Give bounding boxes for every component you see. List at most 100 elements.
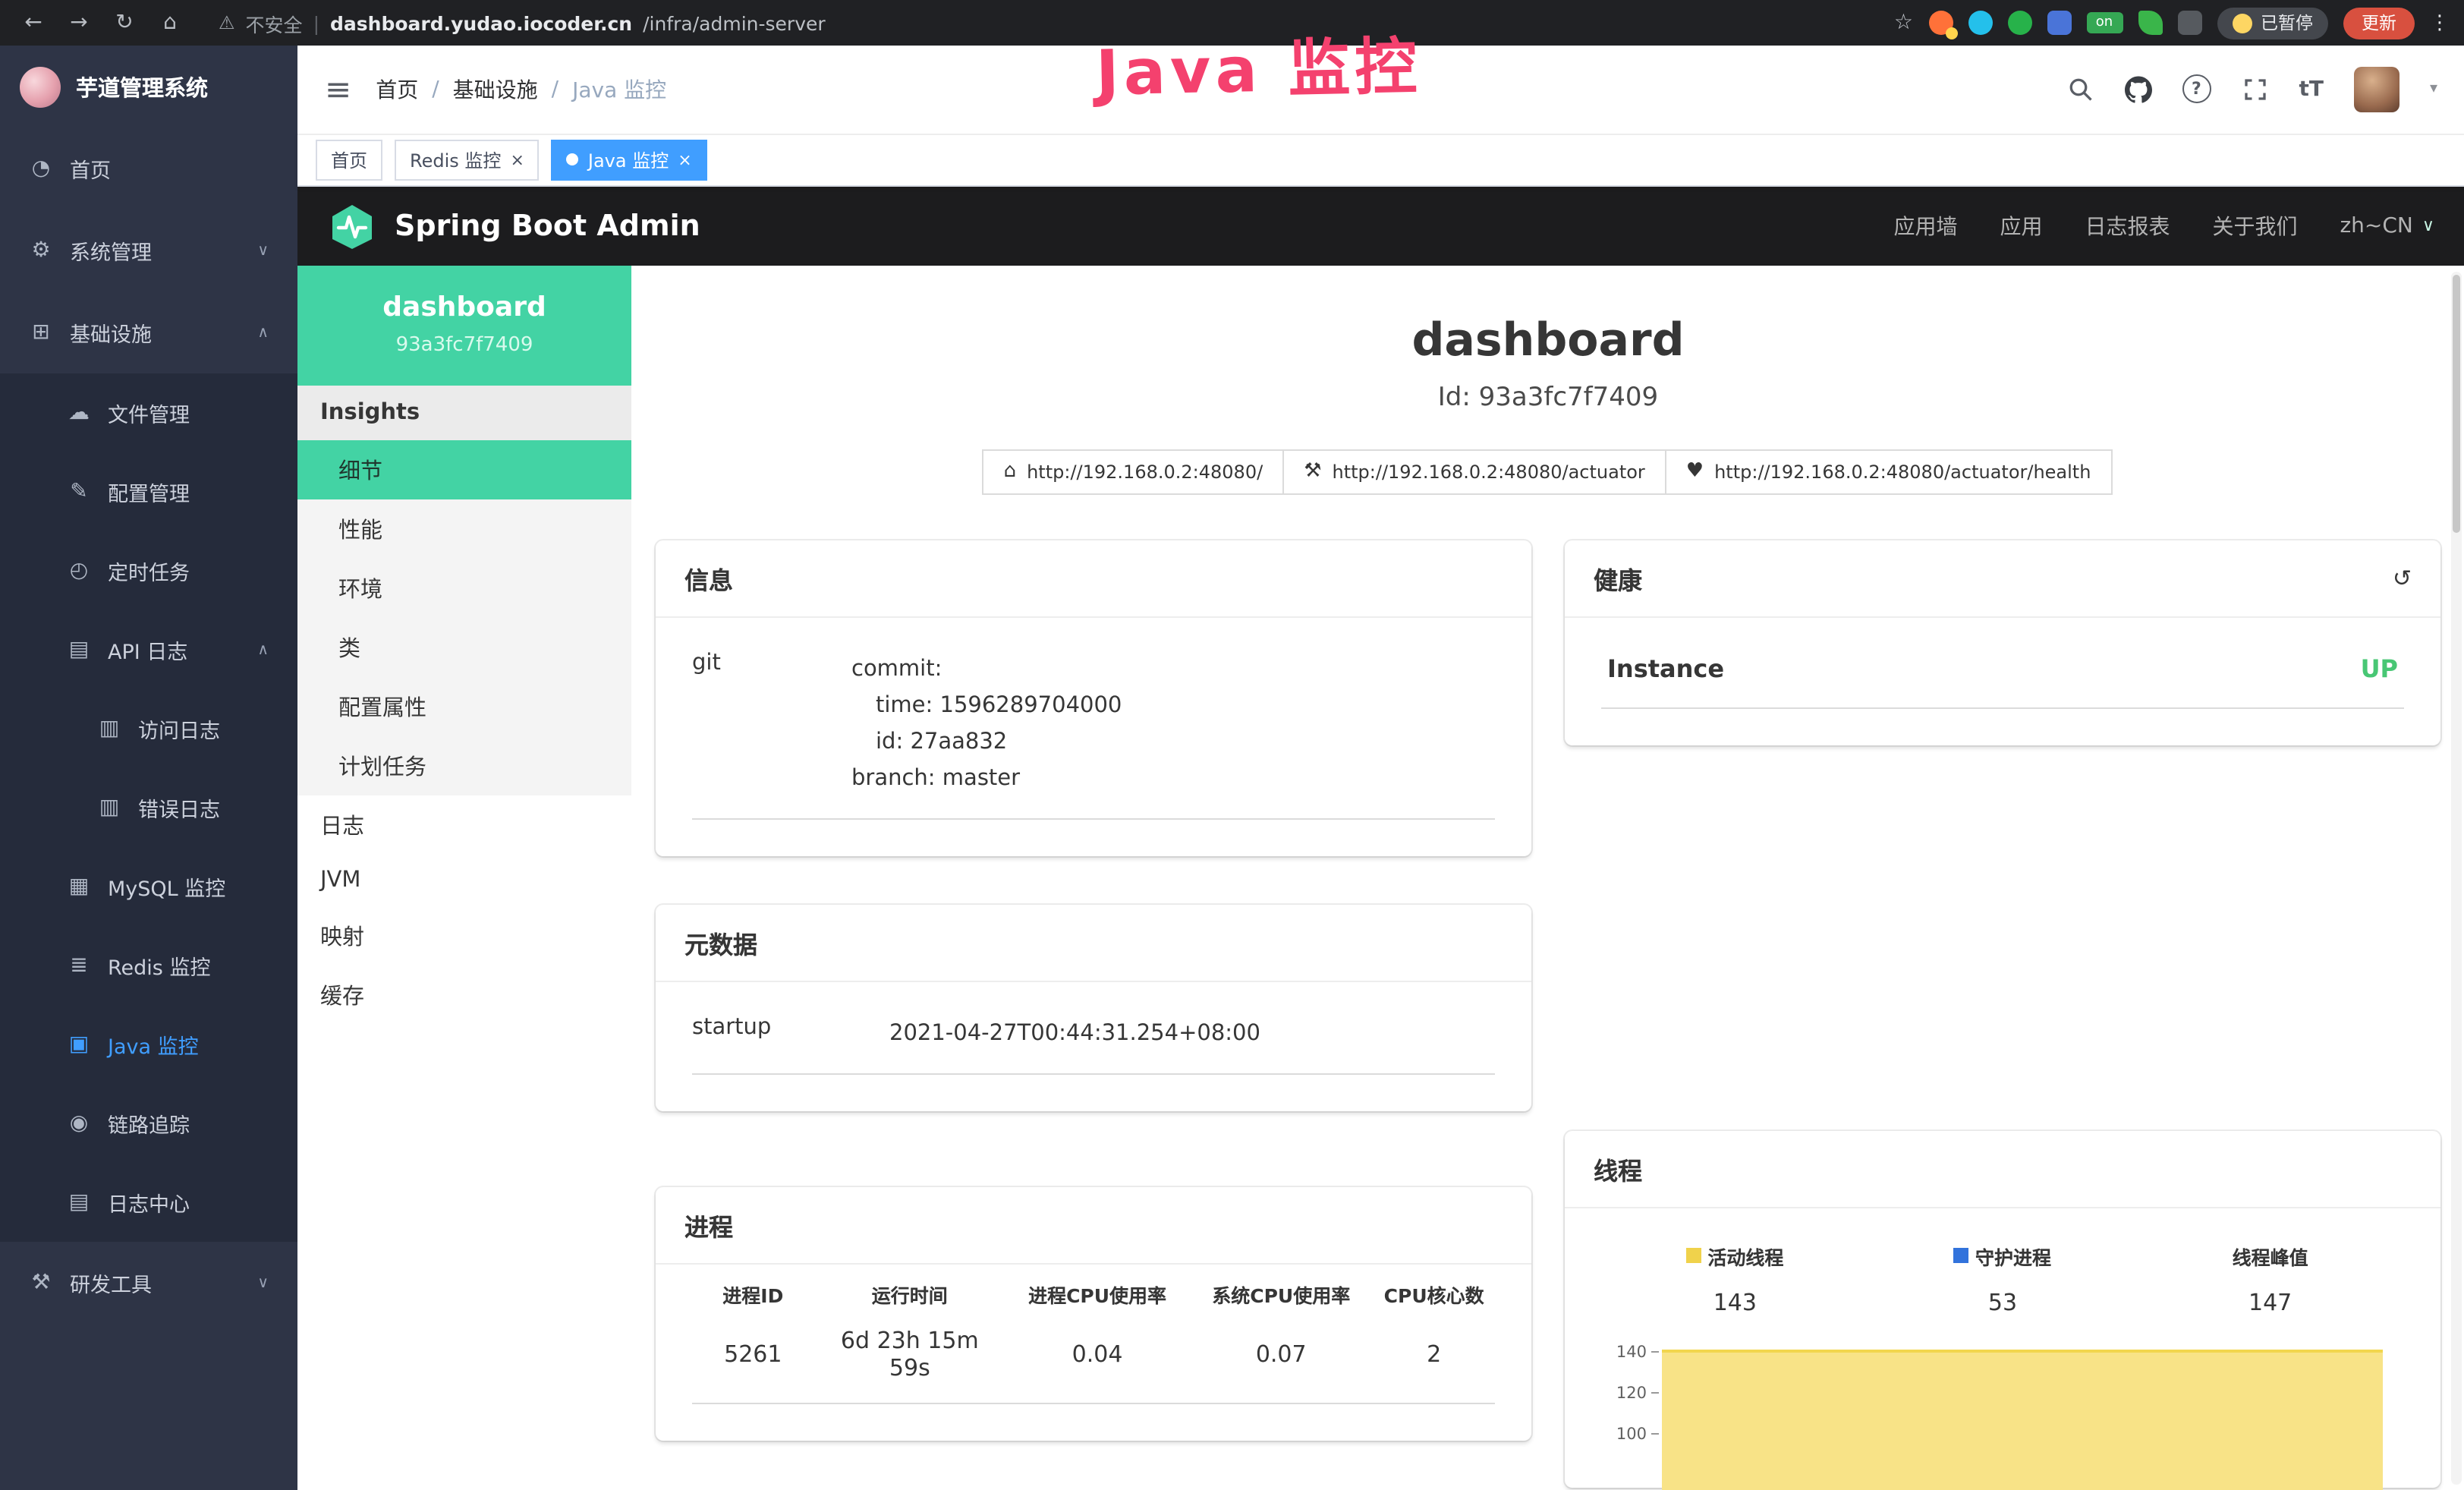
instance-title: dashboard	[631, 313, 2464, 368]
sidebar-item-api-log[interactable]: ▤ API 日志 ∧	[0, 610, 297, 689]
sba-item-details[interactable]: 细节	[297, 439, 631, 499]
sidebar-item-access-log[interactable]: ▥ 访问日志	[0, 689, 297, 768]
puzzle-extension-icon[interactable]	[2177, 11, 2201, 35]
reload-icon[interactable]: ↻	[106, 11, 143, 35]
drop-extension-icon[interactable]	[1968, 11, 1992, 35]
sba-nav-applications[interactable]: 应用	[2000, 211, 2042, 241]
bookmark-star-icon[interactable]: ☆	[1894, 11, 1913, 35]
paused-badge[interactable]: 已暂停	[2217, 7, 2328, 39]
sba-item-mappings[interactable]: 映射	[297, 906, 631, 965]
app-main: ≡ 首页 / 基础设施 / Java 监控 ? tT ▾	[297, 46, 2464, 1490]
search-icon[interactable]	[2066, 76, 2094, 103]
avatar-caret-icon[interactable]: ▾	[2430, 81, 2437, 98]
sidebar-item-label: 错误日志	[138, 792, 220, 823]
sba-item-jvm[interactable]: JVM	[297, 854, 631, 906]
sidebar-item-label: 系统管理	[70, 235, 152, 266]
chevron-up-icon: ∧	[257, 324, 269, 341]
update-button[interactable]: 更新	[2343, 7, 2415, 39]
breadcrumb-item[interactable]: 基础设施	[453, 74, 538, 105]
sba-brand-title[interactable]: Spring Boot Admin	[395, 209, 700, 243]
history-icon[interactable]: ↺	[2393, 564, 2412, 591]
breadcrumb-separator: /	[432, 77, 439, 102]
health-url-link[interactable]: ♥ http://192.168.0.2:48080/actuator/heal…	[1665, 449, 2113, 494]
sba-nav-about[interactable]: 关于我们	[2212, 211, 2297, 241]
sidebar-item-system[interactable]: ⚙ 系统管理 ∨	[0, 209, 297, 291]
scrollbar-thumb[interactable]	[2453, 274, 2460, 532]
navbar-tools: ? tT ▾	[2066, 67, 2437, 112]
sba-item-caches[interactable]: 缓存	[297, 965, 631, 1024]
sidebar-item-dev-tools[interactable]: ⚒ 研发工具 ∨	[0, 1242, 297, 1324]
sidebar-item-mysql-monitor[interactable]: ▦ MySQL 监控	[0, 847, 297, 926]
sidebar-item-home[interactable]: ◔ 首页	[0, 128, 297, 209]
sidebar-item-label: 研发工具	[70, 1268, 152, 1298]
sba-item-environment[interactable]: 环境	[297, 558, 631, 617]
url-separator: |	[313, 11, 319, 34]
breadcrumb-item[interactable]: 首页	[376, 74, 418, 105]
browser-menu-icon[interactable]: ⋮	[2430, 11, 2450, 34]
sba-nav-wallboard[interactable]: 应用墙	[1893, 211, 1957, 241]
user-avatar[interactable]	[2354, 67, 2399, 112]
legend-value: 143	[1601, 1288, 1869, 1315]
green-circle-extension-icon[interactable]	[2007, 11, 2031, 35]
sba-nav: 应用墙 应用 日志报表 关于我们 zh~CN ∨	[1893, 211, 2434, 241]
git-id-line: id: 27aa832	[851, 723, 1122, 760]
sidebar-item-infra[interactable]: ⊞ 基础设施 ∧	[0, 291, 297, 373]
back-icon[interactable]: ←	[15, 11, 52, 35]
log-center-icon: ▤	[67, 1190, 91, 1214]
url-host[interactable]: dashboard.yudao.iocoder.cn	[330, 11, 632, 34]
sidebar-item-log-center[interactable]: ▤ 日志中心	[0, 1163, 297, 1242]
scrollbar[interactable]	[2451, 271, 2462, 1485]
legend-peak-threads: 线程峰值 147	[2136, 1241, 2404, 1315]
leaf-extension-icon[interactable]	[2138, 11, 2162, 35]
github-icon[interactable]	[2124, 76, 2151, 103]
brand[interactable]: 芋道管理系统	[0, 46, 297, 128]
sba-nav-journal[interactable]: 日志报表	[2085, 211, 2170, 241]
sba-item-logs[interactable]: 日志	[297, 795, 631, 854]
address-bar[interactable]: ⚠ 不安全 | dashboard.yudao.iocoder.cn/infra…	[219, 8, 1885, 37]
security-label[interactable]: 不安全	[246, 8, 303, 37]
sidebar-item-redis-monitor[interactable]: ≣ Redis 监控	[0, 926, 297, 1005]
threads-chart: 140 120 100	[1601, 1343, 2404, 1487]
url-path[interactable]: /infra/admin-server	[643, 11, 826, 34]
security-warning-icon[interactable]: ⚠	[219, 12, 235, 33]
sidebar-item-file-manage[interactable]: ☁ 文件管理	[0, 373, 297, 452]
close-icon[interactable]: ×	[678, 150, 691, 170]
fox-extension-icon[interactable]	[1928, 11, 1953, 35]
tab-redis-monitor[interactable]: Redis 监控 ×	[395, 140, 540, 181]
close-icon[interactable]: ×	[510, 150, 524, 170]
sidebar-item-label: API 日志	[108, 635, 187, 665]
sidebar-item-config-manage[interactable]: ✎ 配置管理	[0, 452, 297, 531]
sidebar-item-trace[interactable]: ◉ 链路追踪	[0, 1084, 297, 1163]
sidebar-item-error-log[interactable]: ▥ 错误日志	[0, 768, 297, 847]
process-values-row: 5261 6d 23h 15m 59s 0.04 0.07 2	[692, 1314, 1495, 1403]
health-status-badge: UP	[2361, 654, 2398, 682]
heart-icon: ♥	[1686, 460, 1704, 483]
sba-instance-header[interactable]: dashboard 93a3fc7f7409	[297, 265, 631, 385]
document-icon: ▤	[67, 638, 91, 662]
hamburger-icon[interactable]: ≡	[325, 71, 351, 108]
tab-home[interactable]: 首页	[316, 140, 382, 181]
sidebar-item-java-monitor[interactable]: ▣ Java 监控	[0, 1005, 297, 1084]
pencil-icon: ✎	[67, 480, 91, 504]
sba-item-scheduled-tasks[interactable]: 计划任务	[297, 736, 631, 795]
stack-icon: ≣	[67, 953, 91, 978]
sba-sidebar: dashboard 93a3fc7f7409 Insights 细节 性能 环境…	[297, 265, 631, 1490]
forward-icon[interactable]: →	[61, 11, 97, 35]
sba-item-config-props[interactable]: 配置属性	[297, 676, 631, 736]
fullscreen-icon[interactable]	[2241, 76, 2268, 103]
font-size-icon[interactable]: tT	[2299, 77, 2324, 102]
sidebar-item-scheduled-jobs[interactable]: ◴ 定时任务	[0, 531, 297, 610]
home-icon: ⌂	[1004, 460, 1017, 483]
switch-on-extension-icon[interactable]: on	[2086, 12, 2123, 33]
sba-language-select[interactable]: zh~CN ∨	[2340, 214, 2434, 238]
sba-item-metrics[interactable]: 性能	[297, 499, 631, 558]
git-branch-line: branch: master	[851, 760, 1122, 796]
grid-extension-icon[interactable]	[2047, 11, 2071, 35]
actuator-url-link[interactable]: ⚒ http://192.168.0.2:48080/actuator	[1282, 449, 1666, 494]
browser-home-icon[interactable]: ⌂	[152, 11, 188, 35]
service-url-link[interactable]: ⌂ http://192.168.0.2:48080/	[983, 449, 1285, 494]
health-instance-row[interactable]: Instance UP	[1601, 632, 2404, 708]
tab-java-monitor[interactable]: Java 监控 ×	[552, 140, 707, 181]
sba-item-classes[interactable]: 类	[297, 617, 631, 676]
help-icon[interactable]: ?	[2182, 75, 2211, 104]
